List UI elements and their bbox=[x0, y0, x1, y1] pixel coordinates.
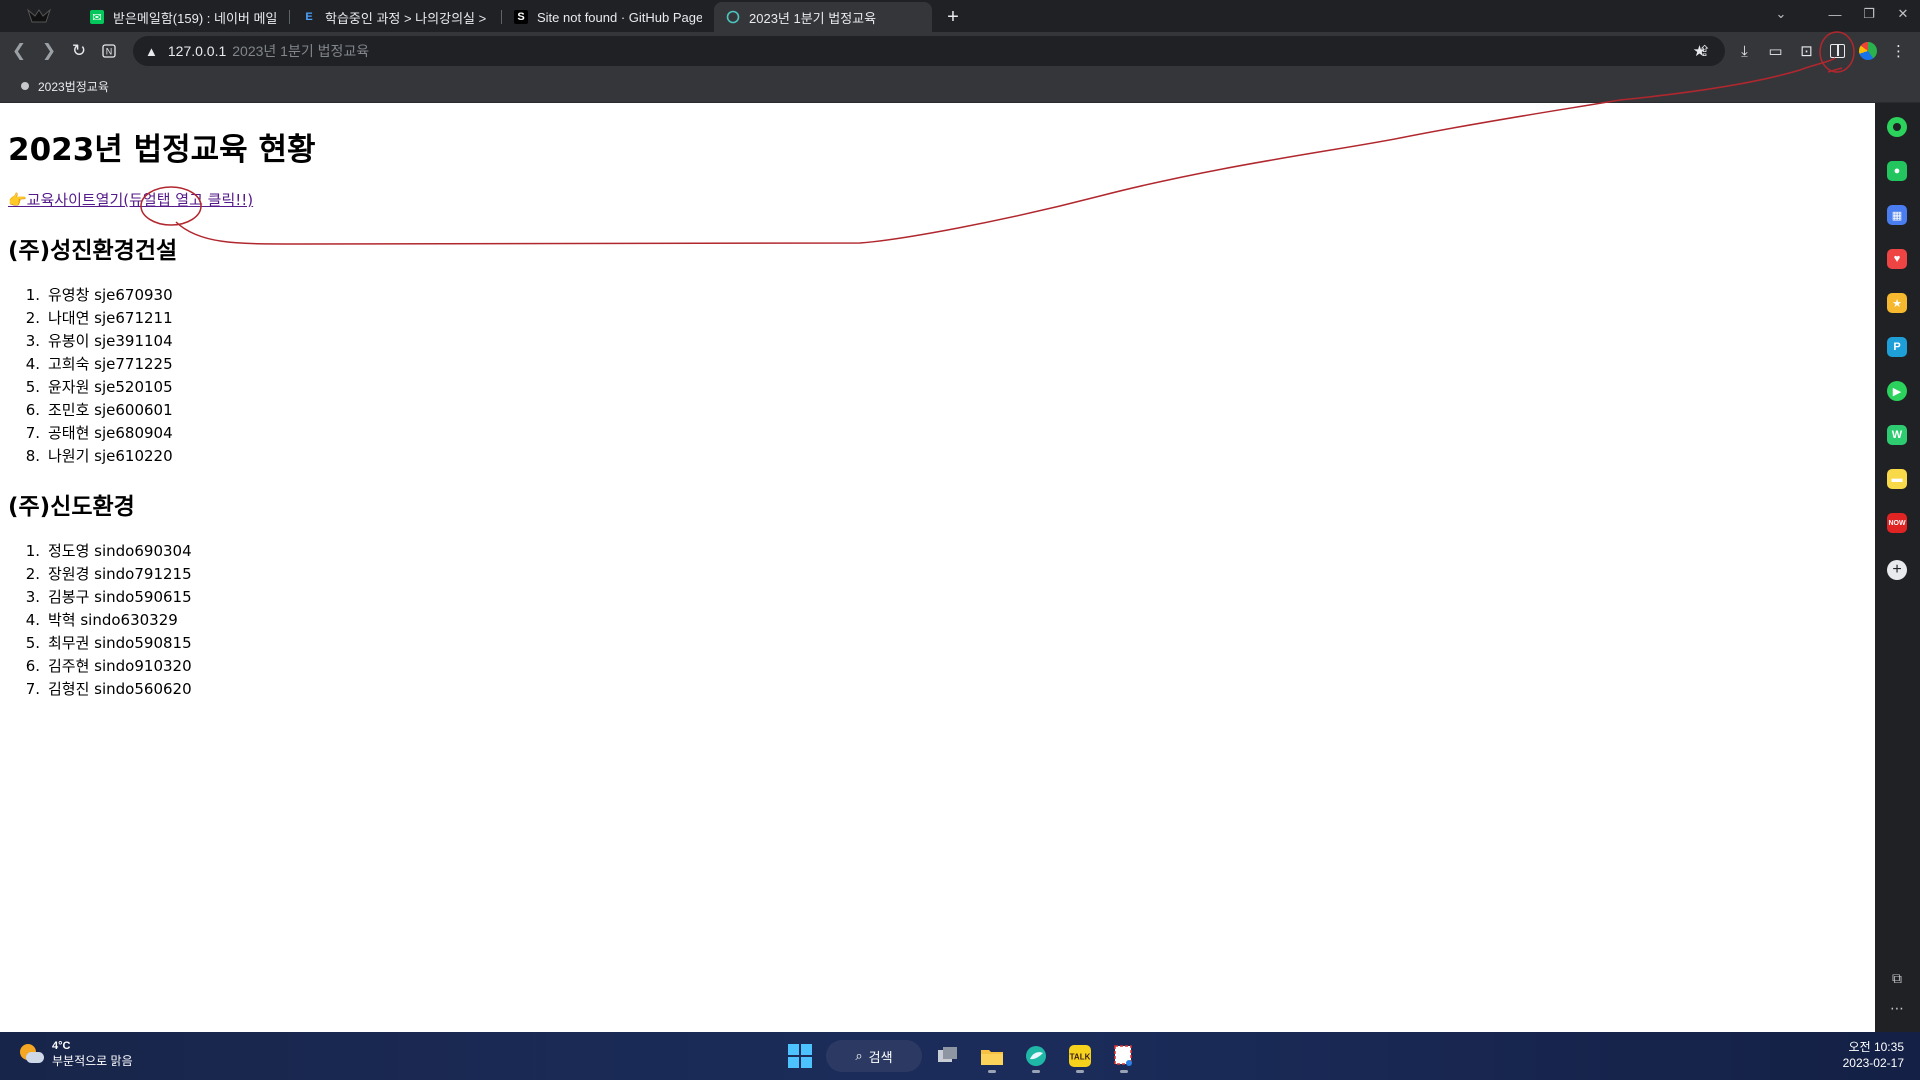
clock-time: 오전 10:35 bbox=[1848, 1040, 1904, 1054]
list-item: 6. 조민호 sje600601 bbox=[25, 401, 173, 419]
browser-toolbar: ❮ ❯ ↻ N ▲ 127.0.0.1 2023년 1분기 법정교육 ⇪ ★ ⤓… bbox=[0, 32, 1920, 70]
side-panel: ● ▦ ♥ ★ P ▶ W ▬ NOW + ⧉ ⋯ bbox=[1875, 103, 1920, 1032]
company-heading: (주)성진환경건설 bbox=[8, 238, 178, 264]
close-icon[interactable]: ✕ bbox=[1886, 6, 1920, 22]
list-item: 5. 윤자원 sje520105 bbox=[25, 378, 173, 396]
tab-label: Site not found · GitHub Pages bbox=[537, 9, 702, 25]
system-clock[interactable]: 오전 10:35 2023-02-17 bbox=[1843, 1039, 1904, 1071]
open-external-icon[interactable]: ⧉ bbox=[1887, 968, 1907, 988]
search-label: 검색 bbox=[868, 1049, 893, 1065]
webtoon-icon[interactable]: W bbox=[1887, 425, 1907, 445]
menu-icon[interactable]: ⋮ bbox=[1883, 36, 1914, 66]
tab-github-pages[interactable]: S Site not found · GitHub Pages bbox=[502, 2, 714, 32]
elearning-icon: E bbox=[305, 11, 313, 23]
bookmark-star-icon[interactable]: ★ bbox=[1684, 36, 1715, 66]
file-explorer-icon[interactable] bbox=[974, 1038, 1010, 1074]
list-item: 8. 나원기 sje610220 bbox=[25, 447, 173, 465]
weather-temp: 4°C bbox=[52, 1040, 71, 1052]
github-icon: S bbox=[514, 10, 528, 24]
restore-icon[interactable]: ❐ bbox=[1852, 6, 1886, 22]
list-item: 4. 박혁 sindo630329 bbox=[25, 611, 178, 629]
papago-translate-icon[interactable]: P bbox=[1887, 337, 1907, 357]
chat-bubble-icon[interactable]: ● bbox=[1887, 161, 1907, 181]
now-icon[interactable]: NOW bbox=[1887, 513, 1907, 533]
download-icon[interactable]: ⤓ bbox=[1729, 36, 1760, 66]
member-list: 1. 유영창 sje670930 2. 나대연 sje671211 3. 유봉이 sj… bbox=[8, 284, 173, 468]
tab-search-icon[interactable]: ⌄ bbox=[1764, 6, 1798, 22]
list-item: 7. 공태현 sje680904 bbox=[25, 424, 173, 442]
back-button[interactable]: ❮ bbox=[4, 36, 34, 66]
education-site-link[interactable]: 👉교육사이트열기(듀얼탭 열고 클릭!!) bbox=[8, 189, 253, 210]
profile-avatar[interactable] bbox=[1859, 42, 1877, 60]
list-item: 3. 유봉이 sje391104 bbox=[25, 332, 173, 350]
address-host: 127.0.0.1 bbox=[167, 43, 227, 59]
page-title: 2023년 법정교육 현황 bbox=[8, 132, 316, 168]
kakaotalk-icon[interactable]: TALK bbox=[1062, 1038, 1098, 1074]
tab-label: 학습중인 과정 > 나의강의실 > 과정상세 bbox=[325, 10, 490, 26]
bookmarks-bar: 2023법정교육 bbox=[0, 70, 1920, 103]
tab-label: 2023년 1분기 법정교육 bbox=[749, 10, 877, 26]
taskbar-search[interactable]: ⌕ 검색 bbox=[826, 1040, 922, 1072]
svg-text:N: N bbox=[106, 47, 113, 57]
list-item: 3. 김봉구 sindo590615 bbox=[25, 588, 192, 606]
clock-date: 2023-02-17 bbox=[1842, 1056, 1904, 1070]
minimize-icon[interactable]: — bbox=[1818, 7, 1852, 22]
svg-text:TALK: TALK bbox=[1070, 1053, 1091, 1062]
list-item: 5. 최무권 sindo590815 bbox=[25, 634, 192, 652]
bookmark-item[interactable]: 2023법정교육 bbox=[21, 78, 109, 95]
list-item: 1. 유영창 sje670930 bbox=[25, 286, 173, 304]
tab-strip: ✉ 받은메일함(159) : 네이버 메일 E 학습중인 과정 > 나의강의실 … bbox=[0, 0, 1920, 32]
start-button[interactable] bbox=[788, 1044, 812, 1068]
list-item: 2. 장원경 sindo791215 bbox=[25, 565, 192, 583]
tab-naver-mail[interactable]: ✉ 받은메일함(159) : 네이버 메일 bbox=[78, 2, 290, 32]
search-icon: ⌕ bbox=[855, 1048, 863, 1063]
tab-elearning[interactable]: E 학습중인 과정 > 나의강의실 > 과정상세 bbox=[290, 2, 502, 32]
address-title: 2023년 1분기 법정교육 bbox=[232, 43, 370, 59]
list-item: 1. 정도영 sindo690304 bbox=[25, 542, 192, 560]
whale-browser-icon[interactable] bbox=[1018, 1038, 1054, 1074]
not-secure-icon[interactable]: ▲ bbox=[145, 44, 158, 59]
company-heading: (주)신도환경 bbox=[8, 494, 135, 520]
list-item: 4. 고희숙 sje771225 bbox=[25, 355, 173, 373]
memo-icon[interactable]: ▬ bbox=[1887, 469, 1907, 489]
globe-icon bbox=[726, 10, 740, 24]
list-item: 6. 김주현 sindo910320 bbox=[25, 657, 192, 675]
new-tab-button[interactable]: + bbox=[938, 2, 968, 32]
taskbar: 4°C 부분적으로 맑음 ⌕ 검색 TALK 오전 10:35 2023-02-… bbox=[0, 1032, 1920, 1080]
favorites-star-icon[interactable]: ★ bbox=[1887, 293, 1907, 313]
window-controls: ⌄ — ❐ ✕ bbox=[1764, 0, 1920, 28]
play-icon[interactable]: ▶ bbox=[1887, 381, 1907, 401]
forward-button[interactable]: ❯ bbox=[34, 36, 64, 66]
list-item: 2. 나대연 sje671211 bbox=[25, 309, 173, 327]
weather-desc: 부분적으로 맑음 bbox=[52, 1054, 133, 1068]
weather-widget[interactable]: 4°C 부분적으로 맑음 bbox=[18, 1040, 133, 1069]
member-list: 1. 정도영 sindo690304 2. 장원경 sindo791215 3. 김봉… bbox=[8, 540, 192, 701]
page-content: 2023년 법정교육 현황 👉교육사이트열기(듀얼탭 열고 클릭!!) (주)성… bbox=[0, 103, 1875, 1032]
calendar-icon[interactable]: ▦ bbox=[1887, 205, 1907, 225]
pocket-icon[interactable]: ♥ bbox=[1887, 249, 1907, 269]
list-item: 7. 김형진 sindo560620 bbox=[25, 680, 192, 698]
task-view-icon[interactable] bbox=[930, 1038, 966, 1074]
tab-current[interactable]: 2023년 1분기 법정교육 bbox=[714, 2, 932, 32]
screenshot-icon[interactable]: ⊡ bbox=[1791, 36, 1822, 66]
video-icon[interactable]: ▭ bbox=[1760, 36, 1791, 66]
naver-mail-icon: ✉ bbox=[90, 10, 104, 24]
tab-label: 받은메일함(159) : 네이버 메일 bbox=[113, 10, 278, 26]
partly-sunny-icon bbox=[18, 1042, 44, 1068]
address-bar[interactable]: ▲ 127.0.0.1 2023년 1분기 법정교육 ⇪ bbox=[133, 36, 1725, 66]
browser-logo-icon bbox=[0, 0, 78, 32]
split-view-icon[interactable] bbox=[1830, 44, 1845, 58]
naver-green-circle-icon[interactable] bbox=[1887, 117, 1907, 137]
reload-button[interactable]: ↻ bbox=[64, 36, 94, 66]
snipping-tool-icon[interactable] bbox=[1106, 1038, 1142, 1074]
naver-bookmark-icon[interactable]: N bbox=[94, 36, 124, 66]
bookmark-label: 2023법정교육 bbox=[38, 79, 109, 94]
more-icon[interactable]: ⋯ bbox=[1887, 998, 1907, 1018]
bookmark-dot-icon bbox=[21, 82, 29, 90]
add-sidebar-icon[interactable]: + bbox=[1887, 560, 1907, 580]
